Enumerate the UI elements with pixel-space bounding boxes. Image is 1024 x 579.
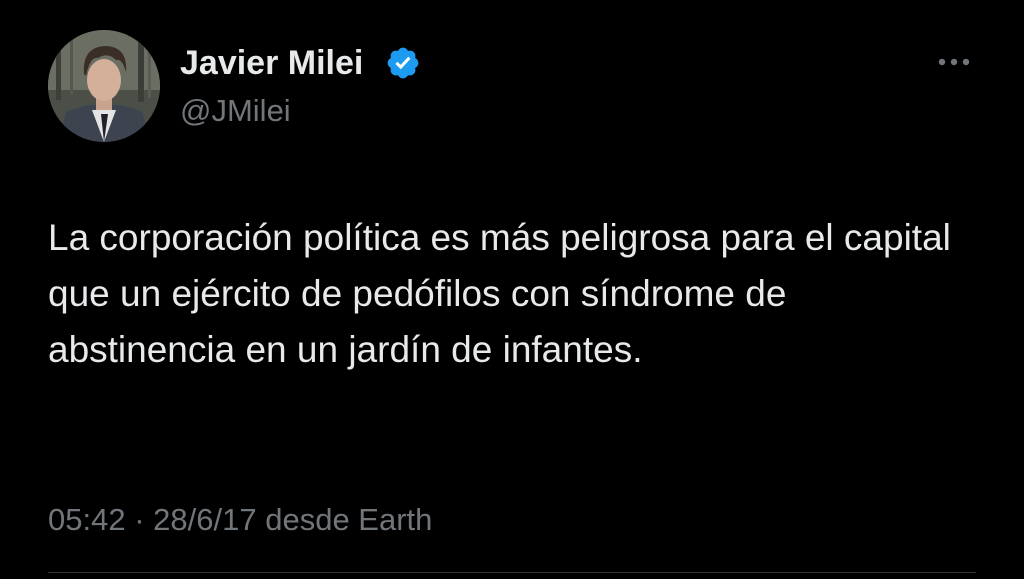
avatar[interactable] — [48, 30, 160, 142]
tweet-card: Javier Milei @JMilei La corporación polí… — [0, 0, 1024, 579]
tweet-metadata: 05:42 · 28/6/17 desde Earth — [48, 499, 432, 541]
meta-separator: · — [134, 502, 145, 537]
tweet-time[interactable]: 05:42 — [48, 502, 126, 537]
tweet-text: La corporación política es más peligrosa… — [48, 217, 951, 370]
divider — [48, 572, 976, 573]
avatar-photo — [48, 30, 160, 142]
more-options-icon[interactable] — [934, 48, 974, 76]
tweet-date[interactable]: 28/6/17 — [153, 502, 256, 537]
author-handle[interactable]: @JMilei — [180, 90, 291, 132]
author-display-name[interactable]: Javier Milei — [180, 40, 363, 86]
tweet-source: desde Earth — [265, 502, 433, 537]
verified-badge-icon — [387, 47, 419, 79]
